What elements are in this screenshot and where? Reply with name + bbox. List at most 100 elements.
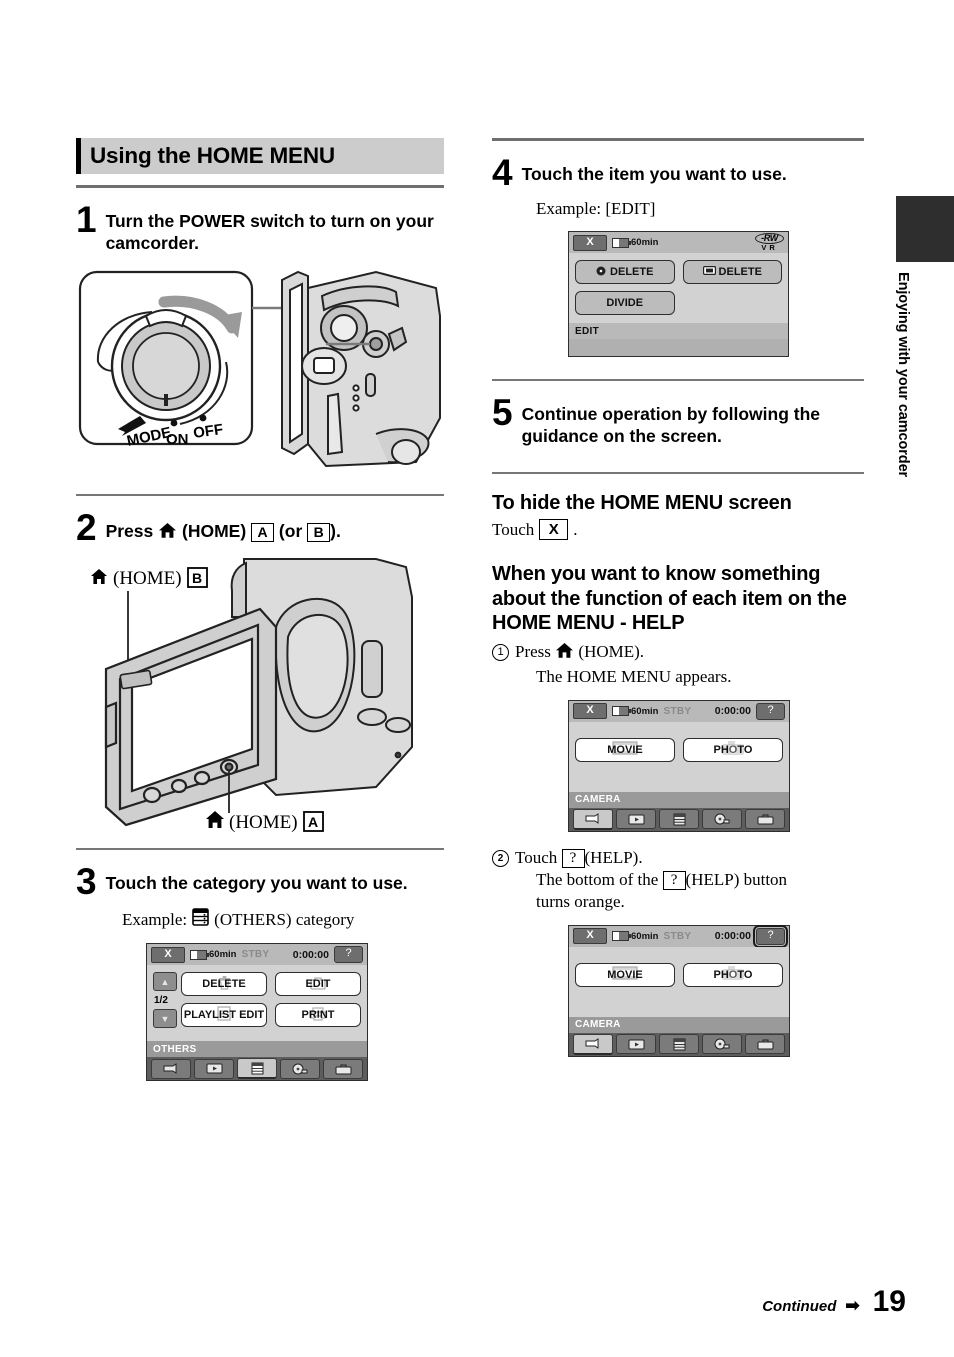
dial-label-on: ON	[166, 431, 189, 448]
photo-button-1[interactable]: PHOTO	[683, 737, 783, 762]
disc-mode: VR	[761, 243, 778, 253]
close-button[interactable]: X	[151, 946, 185, 963]
step-1-number: 1	[76, 199, 97, 240]
help-step-2: 2 Touch ? (HELP). The bottom of the ? (HEL…	[492, 847, 864, 913]
category-label-others: OTHERS	[147, 1041, 367, 1058]
print-button[interactable]: PRINT	[275, 1003, 361, 1028]
tab-manage-media-1[interactable]	[702, 809, 742, 830]
step-1-text: Turn the POWER switch to turn on your ca…	[105, 211, 434, 254]
step-3-example-prefix: Example:	[122, 909, 188, 929]
right-column: 4 Touch the item you want to use. Exampl…	[492, 138, 864, 1057]
divide-label: DIVIDE	[606, 297, 644, 310]
step-2-text: Press (HOME) A (or B).	[106, 510, 341, 544]
tab-camera-2[interactable]	[573, 1033, 613, 1055]
manual-page: Using the HOME MENU 1 Turn the POWER swi…	[0, 0, 954, 1357]
tab-others[interactable]	[237, 1058, 277, 1080]
tab-camera-1[interactable]	[573, 808, 613, 830]
label-a: A	[251, 522, 275, 542]
battery-icon-camera1	[612, 706, 631, 717]
battery-time: 60min	[209, 949, 237, 961]
page-indicator: 1/2	[154, 995, 168, 1007]
close-button-camera2[interactable]: X	[573, 928, 607, 945]
lcd-edit-footer-blank	[569, 339, 788, 357]
help-steps: 1 Press (HOME). The HOME MENU appears.	[492, 641, 864, 687]
step-4-example: Example: [EDIT]	[536, 199, 656, 219]
edit-button[interactable]: EDIT	[275, 972, 361, 997]
timecode-camera2: 0:00:00	[714, 930, 751, 943]
battery-icon-camera2	[612, 931, 631, 942]
svg-text:(HOME): (HOME)	[113, 568, 182, 589]
callout-home-a: (HOME) A	[206, 811, 324, 833]
side-tab-marker	[896, 196, 954, 262]
tab-others-1[interactable]	[659, 809, 699, 830]
step-2-text-or: (or	[278, 521, 303, 542]
battery-icon-edit	[612, 237, 631, 248]
hide-section-heading: To hide the HOME MENU screen	[492, 492, 792, 515]
step-4-text: Touch the item you want to use.	[521, 164, 787, 184]
category-tab-row-camera-2	[569, 1032, 789, 1056]
tab-camera[interactable]	[151, 1058, 191, 1079]
side-tab-label: Enjoying with your camcorder	[895, 272, 911, 478]
help-step-1-line1-suffix: (HOME).	[578, 642, 645, 662]
lcd-others-screen: X 60min STBY 0:00:00 ? ▲ 1/2 ▼ DELETE ED…	[146, 943, 368, 1082]
hide-body-prefix: Touch	[492, 519, 535, 539]
step-2-text-home: (HOME)	[182, 521, 247, 542]
step-2-text-before: Press	[105, 521, 154, 542]
photo-button-2[interactable]: PHOTO	[683, 962, 783, 987]
help-step-2-line2-suffix: (HELP) button	[685, 869, 788, 889]
printer-icon	[310, 1007, 326, 1024]
battery-indicator-camera1: 60min	[612, 706, 658, 717]
movie-button-2[interactable]: MOVIE	[575, 962, 675, 987]
delete-photo-button[interactable]: DELETE	[682, 260, 782, 285]
help-step-1: 1 Press (HOME). The HOME MENU appears.	[492, 641, 864, 687]
step-3-example: Example: (OTHERS) category	[122, 908, 444, 931]
tab-manage-media-2[interactable]	[702, 1034, 742, 1055]
help-step-2-marker: 2	[492, 849, 509, 867]
delete-movie-button[interactable]: DELETE	[575, 260, 675, 285]
category-tab-row-camera-1	[569, 807, 789, 831]
close-button-camera1[interactable]: X	[573, 703, 607, 720]
help-button[interactable]: ?	[334, 946, 363, 964]
figure-power-switch: MODE ON OFF	[76, 266, 444, 486]
tab-manage-media[interactable]	[280, 1058, 320, 1079]
help-step-2-line1-prefix: Touch	[515, 847, 558, 867]
help-step-2-line1-suffix: (HELP).	[584, 847, 643, 867]
status-standby-camera1: STBY	[663, 705, 692, 717]
battery-icon	[190, 949, 209, 960]
help-button-camera2-highlighted[interactable]: ?	[753, 924, 788, 948]
tab-settings[interactable]	[323, 1058, 363, 1079]
divide-button[interactable]: DIVIDE	[575, 291, 675, 316]
lcd-camera-screen-1: X 60min STBY 0:00:00 ? MOVIE CAMERA	[568, 699, 790, 832]
divider-rule-r3	[492, 472, 864, 475]
continued-label: Continued	[762, 1298, 837, 1315]
close-glyph-button: X	[539, 519, 569, 541]
playlist-edit-button[interactable]: PLAYLIST EDIT	[181, 1003, 267, 1028]
help-button-camera1[interactable]: ?	[756, 702, 785, 720]
tab-view-images[interactable]	[194, 1058, 234, 1079]
close-button-edit[interactable]: X	[573, 234, 607, 251]
photo-card-icon	[702, 266, 716, 278]
category-label-camera-1: CAMERA	[569, 791, 789, 808]
svg-text:A: A	[308, 814, 318, 830]
category-label-camera-2: CAMERA	[569, 1016, 789, 1033]
scroll-down-button[interactable]: ▼	[153, 1009, 177, 1029]
playlist-icon	[217, 1006, 231, 1024]
tab-settings-2[interactable]	[745, 1034, 785, 1055]
battery-indicator: 60min	[190, 949, 236, 960]
tab-view-images-1[interactable]	[616, 809, 656, 830]
battery-indicator-camera2: 60min	[612, 931, 658, 942]
battery-time-edit: 60min	[631, 237, 659, 249]
tab-others-2[interactable]	[659, 1034, 699, 1055]
delete-button[interactable]: DELETE	[181, 972, 267, 997]
category-label-edit: EDIT	[569, 323, 788, 340]
divider-rule-2	[76, 494, 444, 497]
scroll-up-button[interactable]: ▲	[153, 972, 177, 992]
disc-indicator: -RW VR	[755, 233, 784, 252]
status-standby-camera2: STBY	[663, 930, 692, 942]
step-5: 5 Continue operation by following the gu…	[492, 394, 864, 447]
svg-text:B: B	[192, 570, 202, 586]
lcd-edit-screen: X 60min -RW VR DELETE DELETE DIVIDE EDIT	[568, 231, 789, 358]
tab-view-images-2[interactable]	[616, 1034, 656, 1055]
movie-button-1[interactable]: MOVIE	[575, 737, 675, 762]
tab-settings-1[interactable]	[745, 809, 785, 830]
